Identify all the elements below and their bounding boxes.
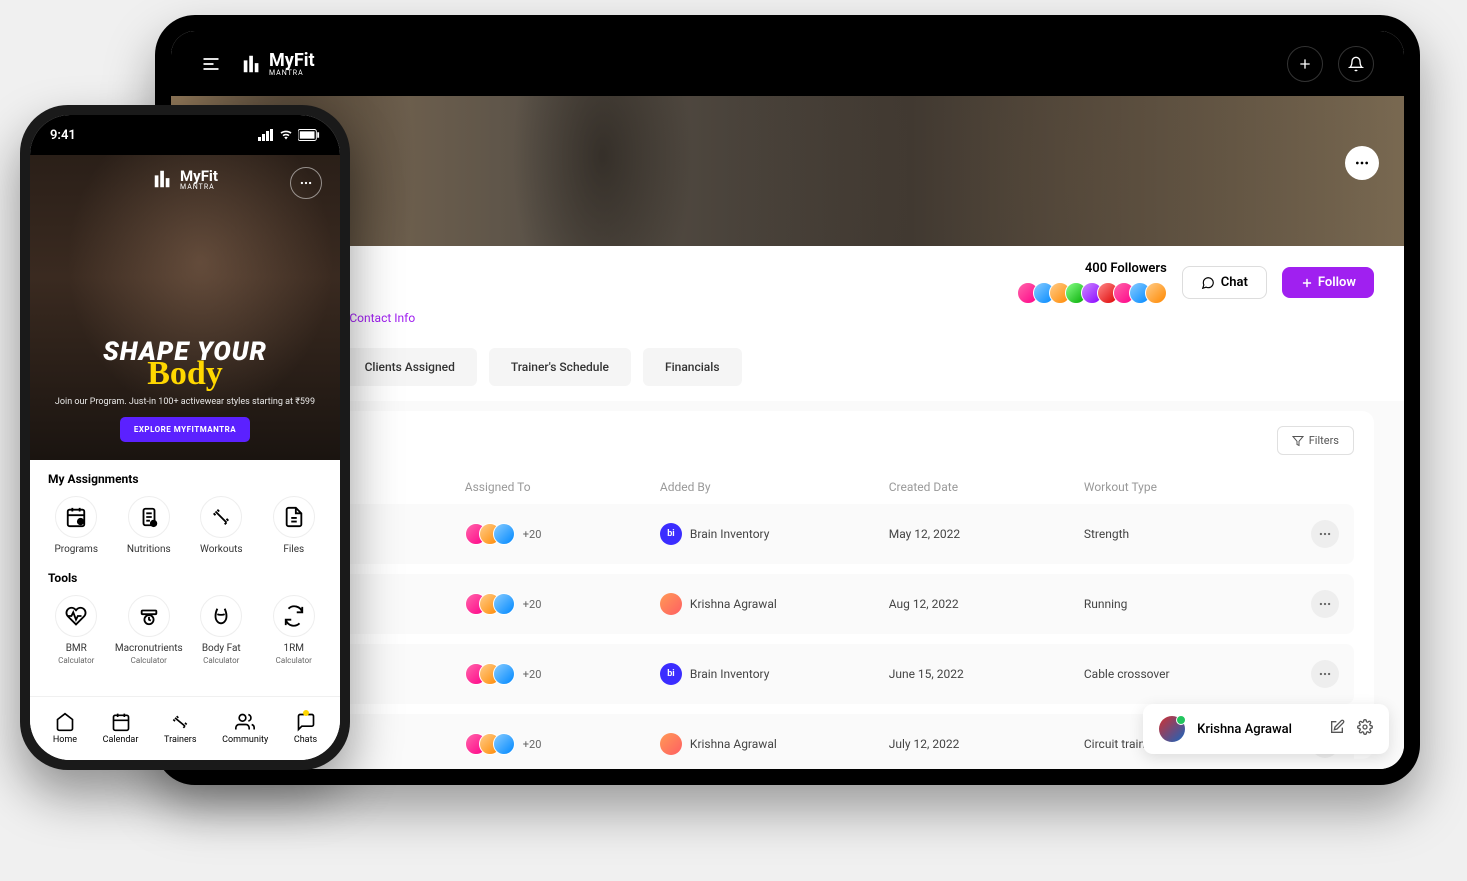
1rm-icon	[273, 595, 315, 637]
menu-icon[interactable]	[201, 54, 221, 74]
gear-icon[interactable]	[1357, 719, 1373, 739]
assigned-to: +20	[465, 733, 650, 755]
files-icon	[273, 496, 315, 538]
add-button[interactable]	[1287, 46, 1323, 82]
trainers-icon	[170, 712, 190, 732]
created-date: May 12, 2022	[889, 527, 1074, 541]
row-more-button[interactable]	[1311, 660, 1339, 688]
bell-icon[interactable]	[1338, 46, 1374, 82]
workout-type: Strength	[1084, 527, 1269, 541]
tools-title: Tools	[48, 571, 322, 585]
tablet-topbar: MyFit MANTRA	[171, 31, 1404, 96]
tools-grid: BMRCalculator MacronutrientsCalculator Bod…	[48, 595, 322, 665]
phone-screen: 9:41 MyFit MANTRA	[30, 115, 340, 760]
phone-notch	[113, 115, 258, 141]
signal-icon	[258, 129, 274, 141]
body fat-icon	[200, 595, 242, 637]
assigned-to: +20	[465, 523, 650, 545]
tab-chats[interactable]: Chats	[294, 712, 317, 745]
created-date: June 15, 2022	[889, 667, 1074, 681]
chat-button[interactable]: Chat	[1182, 266, 1267, 299]
community-icon	[235, 712, 255, 732]
contact-info-link[interactable]: Contact Info	[349, 311, 415, 325]
floating-user-card[interactable]: Krishna Agrawal	[1143, 704, 1389, 754]
followers-block: 400 Followers	[1017, 261, 1167, 304]
assignment-files[interactable]: Files	[266, 496, 323, 555]
filters-button[interactable]: Filters	[1277, 426, 1354, 455]
home-icon	[55, 712, 75, 732]
tab-financials[interactable]: Financials	[643, 348, 742, 386]
assignment-workouts[interactable]: Workouts	[193, 496, 250, 555]
added-by: Krishna Agrawal	[660, 733, 879, 755]
profile-tabs: Trainer's LibraryClients AssignedTrainer…	[171, 340, 1404, 401]
profile-hero-image	[171, 96, 1404, 246]
tab-home[interactable]: Home	[53, 712, 77, 745]
col-assigned-to: Assigned To	[465, 480, 650, 494]
tab-trainers[interactable]: Trainers	[164, 712, 196, 745]
added-by: bi Brain Inventory	[660, 523, 879, 545]
added-by: bi Brain Inventory	[660, 663, 879, 685]
row-more-button[interactable]	[1311, 590, 1339, 618]
added-by: Krishna Agrawal	[660, 593, 879, 615]
tab-content: Filters Assigned To Added By Created Dat…	[171, 401, 1404, 769]
tool-macronutrients[interactable]: MacronutrientsCalculator	[121, 595, 178, 665]
tab-calendar[interactable]: Calendar	[103, 712, 139, 745]
tablet-screen: MyFit MANTRA shna Agrawal	[171, 31, 1404, 769]
phone-tabbar: Home Calendar Trainers Community Chats	[30, 696, 340, 760]
tab-trainer-s-schedule[interactable]: Trainer's Schedule	[489, 348, 631, 386]
macronutrients-icon	[128, 595, 170, 637]
explore-button[interactable]: EXPLORE MYFITMANTRA	[120, 417, 250, 442]
col-workout-type: Workout Type	[1084, 480, 1269, 494]
phone-device: 9:41 MyFit MANTRA	[20, 105, 350, 770]
follower-avatars	[1017, 282, 1167, 304]
row-more-button[interactable]	[1311, 520, 1339, 548]
col-added-by: Added By	[660, 480, 879, 494]
assigned-to: +20	[465, 663, 650, 685]
wifi-icon	[278, 129, 294, 141]
tab-clients-assigned[interactable]: Clients Assigned	[343, 348, 477, 386]
table-row[interactable]: Push-up +20 bi Brain Inventory June 15, …	[221, 644, 1354, 704]
avatar	[1159, 716, 1185, 742]
status-time: 9:41	[50, 128, 76, 143]
assignments-title: My Assignments	[48, 472, 322, 486]
calendar-icon	[111, 712, 131, 732]
phone-body: My Assignments Programs Nutritions Workout…	[30, 460, 340, 696]
tool-1rm[interactable]: 1RMCalculator	[266, 595, 323, 665]
phone-hero-more-button[interactable]	[290, 167, 322, 199]
assignments-grid: Programs Nutritions Workouts Files	[48, 496, 322, 555]
col-created-date: Created Date	[889, 480, 1074, 494]
tool-bmr[interactable]: BMRCalculator	[48, 595, 105, 665]
assignment-nutritions[interactable]: Nutritions	[121, 496, 178, 555]
follow-button[interactable]: Follow	[1282, 267, 1374, 298]
app-logo: MyFit MANTRA	[241, 50, 315, 77]
assignment-programs[interactable]: Programs	[48, 496, 105, 555]
hero-subtitle: Join our Program. Just-in 100+ activewea…	[50, 397, 320, 407]
workout-type: Running	[1084, 597, 1269, 611]
created-date: July 12, 2022	[889, 737, 1074, 751]
created-date: Aug 12, 2022	[889, 597, 1074, 611]
phone-logo: MyFit MANTRA	[152, 167, 218, 191]
profile-section: shna Agrawal ritionist at My Fit Mantra …	[171, 246, 1404, 340]
nutritions-icon	[128, 496, 170, 538]
assigned-to: +20	[465, 593, 650, 615]
table-row[interactable]: Power Workout +20 bi Brain Inventory May…	[221, 504, 1354, 564]
follower-count: 400 Followers	[1017, 261, 1167, 276]
workouts-icon	[200, 496, 242, 538]
hero-more-button[interactable]	[1345, 146, 1379, 180]
hero-script: Body	[50, 355, 320, 393]
programs-icon	[55, 496, 97, 538]
tab-community[interactable]: Community	[222, 712, 268, 745]
workout-type: Cable crossover	[1084, 667, 1269, 681]
table-row[interactable]: Bench press +20 Krishna Agrawal Aug 12, …	[221, 574, 1354, 634]
battery-icon	[298, 129, 320, 141]
phone-hero: MyFit MANTRA SHAPE YOUR Body Join our Pr…	[30, 155, 340, 460]
app-name: MyFit	[269, 50, 315, 71]
usercard-name: Krishna Agrawal	[1197, 722, 1292, 737]
edit-icon[interactable]	[1329, 719, 1345, 739]
bmr-icon	[55, 595, 97, 637]
tool-body-fat[interactable]: Body FatCalculator	[193, 595, 250, 665]
library-table-header: Assigned To Added By Created Date Workou…	[221, 470, 1354, 504]
